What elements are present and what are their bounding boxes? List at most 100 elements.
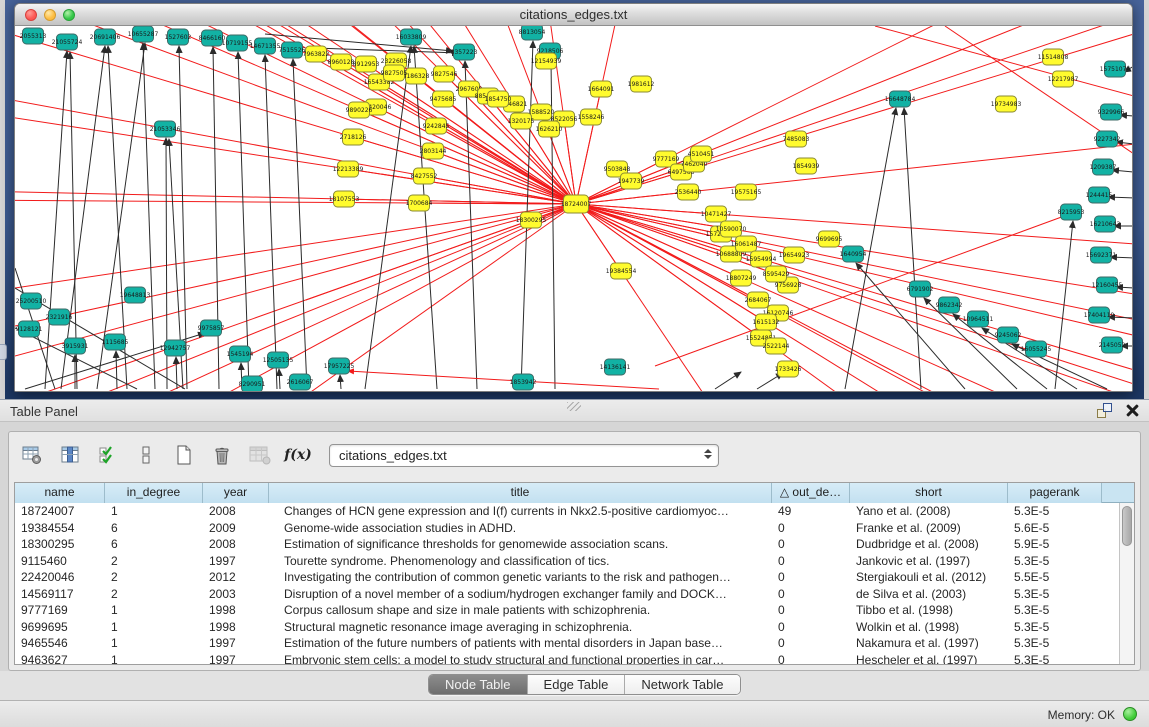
select-all-button[interactable] bbox=[95, 442, 121, 468]
function-builder-button[interactable]: f(x) bbox=[285, 442, 311, 468]
tab-node-table[interactable]: Node Table bbox=[429, 675, 528, 694]
graph-node-label: 19734983 bbox=[991, 101, 1022, 108]
column-header-name[interactable]: name bbox=[15, 483, 105, 503]
network-canvas[interactable]: 2055313210557242069140610655287152760284… bbox=[15, 26, 1132, 391]
delete-column-button[interactable] bbox=[209, 442, 235, 468]
cell-title: Disruption of a novel member of a sodium… bbox=[269, 586, 772, 603]
function-icon: f(x) bbox=[284, 447, 312, 463]
cell-year: 2012 bbox=[203, 569, 269, 586]
table-selector-dropdown[interactable]: citations_edges.txt bbox=[329, 444, 719, 467]
graph-node-label: 4510451 bbox=[688, 151, 715, 158]
cell-out_degree: 0 bbox=[772, 602, 850, 619]
graph-node-label: 12213389 bbox=[333, 166, 364, 173]
graph-node-label: 8595429 bbox=[763, 271, 790, 278]
cell-pagerank: 5.3E-5 bbox=[1008, 602, 1102, 619]
cell-out_degree: 0 bbox=[772, 569, 850, 586]
table-panel-body: f(x) citations_edges.txt namein_degreeye… bbox=[8, 431, 1141, 671]
graph-node-label: 9128121 bbox=[16, 326, 43, 333]
column-header-out_degree[interactable]: △ out_de… bbox=[772, 483, 850, 503]
cell-pagerank: 5.9E-5 bbox=[1008, 536, 1102, 553]
graph-node-label: 2718126 bbox=[340, 134, 367, 141]
cell-title: Embryonic stem cells: a model to study s… bbox=[269, 652, 772, 665]
cell-in_degree: 2 bbox=[105, 586, 203, 603]
panel-resize-grip[interactable] bbox=[567, 402, 581, 411]
graph-node-label: 9242845 bbox=[423, 123, 450, 130]
graph-node-label: 1640954 bbox=[840, 251, 867, 258]
table-tabs: Node TableEdge TableNetwork Table bbox=[428, 674, 741, 695]
graph-node-label: 1545194 bbox=[227, 351, 254, 358]
graph-node-label: 12942757 bbox=[160, 345, 191, 352]
tab-network-table[interactable]: Network Table bbox=[625, 675, 739, 694]
cell-pagerank: 5.6E-5 bbox=[1008, 520, 1102, 537]
column-header-short[interactable]: short bbox=[850, 483, 1008, 503]
cell-short: Wolkin et al. (1998) bbox=[850, 619, 1008, 636]
window-titlebar[interactable]: citations_edges.txt bbox=[15, 4, 1132, 26]
column-header-year[interactable]: year bbox=[203, 483, 269, 503]
graph-node-label: 2055313 bbox=[20, 33, 47, 40]
table-row[interactable]: 969969511998Structural magnetic resonanc… bbox=[15, 619, 1119, 636]
scrollbar-thumb[interactable] bbox=[1122, 506, 1132, 546]
column-header-pagerank[interactable]: pagerank bbox=[1008, 483, 1102, 503]
cell-title: Estimation of significance thresholds fo… bbox=[269, 536, 772, 553]
table-row[interactable]: 946554611997Estimation of the future num… bbox=[15, 635, 1119, 652]
graph-svg[interactable]: 2055313210557242069140610655287152760284… bbox=[15, 26, 1132, 391]
graph-node-label: 9827505 bbox=[381, 70, 408, 77]
float-panel-icon[interactable] bbox=[1097, 403, 1112, 418]
table-row[interactable]: 1456911722003Disruption of a novel membe… bbox=[15, 586, 1119, 603]
memory-ok-indicator[interactable] bbox=[1123, 707, 1137, 721]
cell-short: Dudbridge et al. (2008) bbox=[850, 536, 1008, 553]
graph-node-label: 9245062 bbox=[995, 332, 1022, 339]
cell-in_degree: 1 bbox=[105, 635, 203, 652]
graph-node-label: 23226058 bbox=[381, 58, 412, 65]
graph-node-label: 1853942 bbox=[510, 379, 537, 386]
cell-in_degree: 6 bbox=[105, 536, 203, 553]
graph-node-label: 1626210 bbox=[536, 126, 563, 133]
table-options-button[interactable] bbox=[19, 442, 45, 468]
graph-node-label: 8912953 bbox=[353, 61, 380, 68]
table-row[interactable]: 1830029562008Estimation of significance … bbox=[15, 536, 1119, 553]
cell-year: 1998 bbox=[203, 619, 269, 636]
row-height-button[interactable] bbox=[133, 442, 159, 468]
graph-node-label: 9756928 bbox=[775, 282, 802, 289]
cell-out_degree: 0 bbox=[772, 536, 850, 553]
vertical-scrollbar[interactable] bbox=[1119, 503, 1134, 664]
graph-node-label: 19384554 bbox=[606, 268, 637, 275]
graph-node-label: 9329966 bbox=[1098, 109, 1125, 116]
close-panel-icon[interactable] bbox=[1126, 404, 1139, 417]
cell-in_degree: 2 bbox=[105, 553, 203, 570]
graph-node-label: 2321916 bbox=[46, 314, 73, 321]
column-header-in_degree[interactable]: in_degree bbox=[105, 483, 203, 503]
table-row[interactable]: 1938455462009Genome-wide association stu… bbox=[15, 520, 1119, 537]
cell-name: 9465546 bbox=[15, 635, 105, 652]
cell-in_degree: 1 bbox=[105, 652, 203, 665]
table-row[interactable]: 977716911998Corpus callosum shape and si… bbox=[15, 602, 1119, 619]
graph-node-label: 1588520 bbox=[528, 109, 555, 116]
import-table-button[interactable] bbox=[247, 442, 273, 468]
cell-year: 2008 bbox=[203, 503, 269, 520]
graph-node-label: 10471427 bbox=[701, 211, 732, 218]
graph-node-label: 21053346 bbox=[150, 126, 181, 133]
cell-out_degree: 0 bbox=[772, 635, 850, 652]
rows-icon bbox=[135, 444, 157, 466]
table-row[interactable]: 2242004622012Investigating the contribut… bbox=[15, 569, 1119, 586]
table-tabs-bar: Node TableEdge TableNetwork Table bbox=[0, 671, 1149, 700]
graph-node-label: 1615132 bbox=[753, 319, 780, 326]
table-row[interactable]: 911546021997Tourette syndrome. Phenomeno… bbox=[15, 553, 1119, 570]
cell-year: 2003 bbox=[203, 586, 269, 603]
graph-node-label: 1527602 bbox=[165, 34, 192, 41]
show-column-button[interactable] bbox=[57, 442, 83, 468]
column-header-title[interactable]: title bbox=[269, 483, 772, 503]
table-row[interactable]: 1872400712008Changes of HCN gene express… bbox=[15, 503, 1119, 520]
panel-collapse-handle[interactable] bbox=[0, 344, 7, 360]
new-column-button[interactable] bbox=[171, 442, 197, 468]
table-row[interactable]: 946362711997Embryonic stem cells: a mode… bbox=[15, 652, 1119, 665]
cell-year: 1997 bbox=[203, 652, 269, 665]
cell-name: 9699695 bbox=[15, 619, 105, 636]
cell-name: 14569117 bbox=[15, 586, 105, 603]
graph-node-label: 11514808 bbox=[1038, 54, 1069, 61]
cell-short: Yano et al. (2008) bbox=[850, 503, 1008, 520]
graph-node-label: 12505135 bbox=[263, 357, 294, 364]
graph-node-label: 9475685 bbox=[430, 96, 457, 103]
tab-edge-table[interactable]: Edge Table bbox=[528, 675, 626, 694]
cell-year: 2009 bbox=[203, 520, 269, 537]
